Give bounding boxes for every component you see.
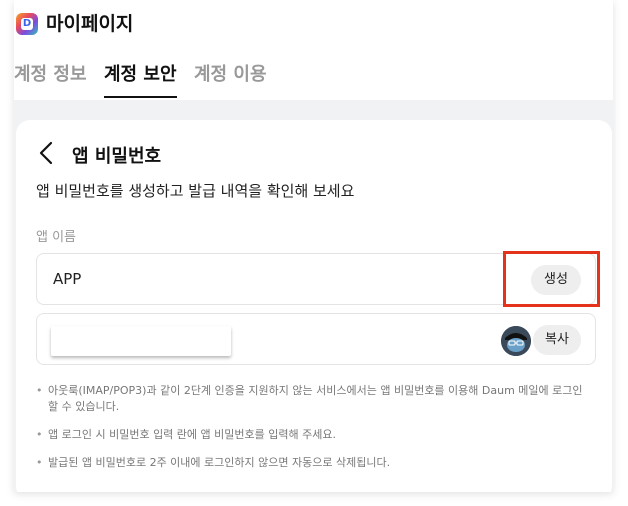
generate-highlight-box — [503, 251, 600, 307]
daum-logo[interactable]: D — [16, 13, 38, 35]
page-title: 마이페이지 — [46, 13, 134, 35]
app-name-label: 앱 이름 — [36, 230, 77, 245]
logo-letter: D — [21, 18, 33, 30]
generated-password-row: 복사 — [36, 313, 596, 365]
my-page-window: D 마이페이지 계정 정보 계정 보안 계정 이용 앱 비밀번호 앱 비밀번호를… — [14, 0, 613, 492]
generated-password-field[interactable] — [51, 326, 231, 356]
card-description: 앱 비밀번호를 생성하고 발급 내역을 확인해 보세요 — [36, 182, 355, 200]
back-arrow-icon[interactable] — [36, 140, 58, 166]
avatar — [501, 326, 531, 356]
page-header: D 마이페이지 계정 정보 계정 보안 계정 이용 — [14, 0, 613, 100]
tab-account-usage[interactable]: 계정 이용 — [194, 60, 267, 86]
list-item: 앱 로그인 시 비밀번호 입력 란에 앱 비밀번호를 입력해 주세요. — [36, 427, 596, 443]
tab-account-security[interactable]: 계정 보안 — [104, 60, 177, 86]
list-item: 발급된 앱 비밀번호로 2주 이내에 로그인하지 않으면 자동으로 삭제됩니다. — [36, 455, 596, 471]
active-tab-underline — [104, 96, 177, 98]
notes-list: 아웃룩(IMAP/POP3)과 같이 2단계 인증을 지원하지 않는 서비스에서… — [36, 383, 596, 483]
app-password-card: 앱 비밀번호 앱 비밀번호를 생성하고 발급 내역을 확인해 보세요 앱 이름 … — [16, 120, 612, 492]
list-item: 아웃룩(IMAP/POP3)과 같이 2단계 인증을 지원하지 않는 서비스에서… — [36, 383, 596, 415]
card-title: 앱 비밀번호 — [72, 146, 162, 167]
copy-button[interactable]: 복사 — [533, 325, 581, 355]
avatar-face-icon — [501, 326, 531, 356]
tab-account-info[interactable]: 계정 정보 — [14, 60, 87, 86]
app-name-value[interactable]: APP — [53, 270, 81, 288]
